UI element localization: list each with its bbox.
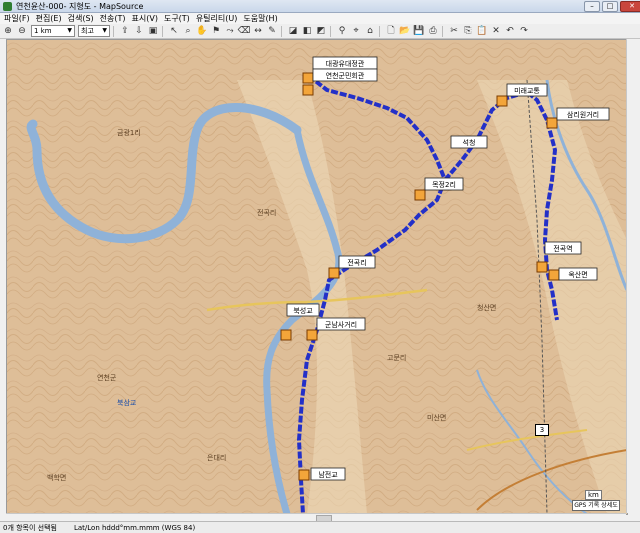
device-icon[interactable]: ▣	[147, 25, 159, 37]
toolbar-separator	[113, 25, 114, 37]
toolbar-separator	[162, 25, 163, 37]
toolbar-separator	[442, 25, 443, 37]
toolbar: ⊕ ⊖ 1 km ▼ 최고 ▼ ⇪ ⇩ ▣ ↖ ⌕ ✋ ⚑ ⤳ ⌫ ↔ ✎ ◪ ◧ …	[0, 24, 640, 39]
waypoint-tool-icon[interactable]: ⚑	[210, 25, 222, 37]
menu-tools[interactable]: 도구(T)	[164, 13, 190, 24]
menu-view[interactable]: 표시(V)	[132, 13, 158, 24]
waypoint-label: 옥산면	[568, 270, 587, 279]
distance-tool-icon[interactable]: ↔	[252, 25, 264, 37]
window-title: 연천윤산-000- 지형도 - MapSource	[16, 1, 144, 11]
menu-utilities[interactable]: 유틸리티(U)	[196, 13, 238, 24]
status-coordinates: Lat/Lon hddd°mm.mmm (WGS 84)	[73, 523, 196, 532]
find-address-icon[interactable]: ⌂	[364, 25, 376, 37]
redo-icon[interactable]: ↷	[518, 25, 530, 37]
toolbar-separator	[330, 25, 331, 37]
close-button[interactable]: ✕	[620, 1, 640, 12]
eraser-tool-icon[interactable]: ⌫	[238, 25, 251, 37]
zoom-out-icon[interactable]: ⊖	[16, 25, 28, 37]
title-bar: 연천윤산-000- 지형도 - MapSource – □ ✕	[0, 0, 640, 13]
hand-tool-icon[interactable]: ✋	[196, 25, 208, 37]
zoom-in-icon[interactable]: ⊕	[2, 25, 14, 37]
waypoint-label: 목정2리	[432, 180, 456, 189]
track-tool-icon[interactable]: ✎	[266, 25, 278, 37]
map-label: 미산면	[427, 413, 446, 422]
maximize-button[interactable]: □	[602, 1, 618, 12]
toolbar-separator	[281, 25, 282, 37]
transfer-receive-icon[interactable]: ⇩	[133, 25, 145, 37]
menu-find[interactable]: 검색(S)	[68, 13, 94, 24]
minimize-button[interactable]: –	[584, 1, 600, 12]
gps-detail-label: GPS 기록 상세도	[572, 500, 620, 511]
scale-select-value: 1 km	[34, 27, 52, 35]
waypoint-label: 군남사거리	[325, 320, 357, 329]
chevron-down-icon: ▼	[67, 27, 72, 34]
new-file-icon[interactable]: 🗋	[385, 25, 397, 37]
toolbar-separator	[379, 25, 380, 37]
map-layer-icon[interactable]: ◧	[301, 25, 313, 37]
find-icon[interactable]: ⚲	[336, 25, 348, 37]
waypoint-label: 대광유대정관	[326, 59, 365, 68]
cut-icon[interactable]: ✂	[448, 25, 460, 37]
waypoint-label: 석청	[463, 138, 476, 147]
map-set-icon[interactable]: ◩	[315, 25, 327, 37]
status-selection: 0개 항목이 선택됨	[3, 523, 57, 532]
save-file-icon[interactable]: 💾	[413, 25, 425, 37]
window-controls: – □ ✕	[584, 1, 640, 12]
map-label: 은대리	[207, 453, 226, 462]
map-label: 연천군	[97, 373, 117, 382]
waypoint[interactable]: 옥산면	[548, 267, 598, 281]
print-icon[interactable]: ⎙	[427, 25, 439, 37]
paste-icon[interactable]: 📋	[476, 25, 488, 37]
map-label: 고문리	[387, 353, 406, 362]
map-label: 금광1리	[117, 128, 141, 137]
chevron-down-icon: ▼	[102, 27, 107, 34]
zoom-tool-icon[interactable]: ⌕	[182, 25, 194, 37]
route-tool-icon[interactable]: ⤳	[224, 25, 236, 37]
app-icon	[3, 1, 12, 11]
menu-help[interactable]: 도움말(H)	[243, 13, 277, 24]
map-canvas: 대광유대정관 연천군민회관 석청 목정2리 전곡리 북성교 군남사거리 미래교통…	[7, 40, 627, 514]
waypoint-label: 북성교	[293, 306, 313, 315]
map-label: 북삼교	[117, 398, 137, 407]
find-nearest-icon[interactable]: ⌖	[350, 25, 362, 37]
map-icon[interactable]: ◪	[287, 25, 299, 37]
copy-icon[interactable]: ⎘	[462, 25, 474, 37]
undo-icon[interactable]: ↶	[504, 25, 516, 37]
waypoint-label: 삼리원거리	[567, 110, 599, 119]
waypoint-label: 전곡역	[553, 244, 572, 253]
detail-select-value: 최고	[81, 27, 94, 35]
map-view[interactable]: 대광유대정관 연천군민회관 석청 목정2리 전곡리 북성교 군남사거리 미래교통…	[6, 39, 628, 515]
waypoint[interactable]: 남전교	[298, 467, 346, 481]
menu-bar: 파일(F) 편집(E) 검색(S) 전송(T) 표시(V) 도구(T) 유틸리티…	[0, 13, 640, 24]
detail-select[interactable]: 최고 ▼	[78, 25, 110, 37]
menu-file[interactable]: 파일(F)	[4, 13, 30, 24]
menu-edit[interactable]: 편집(E)	[36, 13, 62, 24]
map-label: 전곡리	[257, 208, 276, 217]
status-bar: 0개 항목이 선택됨 Lat/Lon hddd°mm.mmm (WGS 84)	[0, 521, 640, 533]
road-shield: 3	[535, 424, 549, 436]
select-tool-icon[interactable]: ↖	[168, 25, 180, 37]
scale-select[interactable]: 1 km ▼	[31, 25, 75, 37]
waypoint-label: 남전교	[318, 470, 338, 479]
transfer-send-icon[interactable]: ⇪	[119, 25, 131, 37]
map-label: 백학면	[47, 473, 66, 482]
open-file-icon[interactable]: 📂	[399, 25, 411, 37]
waypoint-label: 연천군민회관	[326, 71, 365, 80]
scale-label: km	[585, 490, 602, 500]
delete-icon[interactable]: ✕	[490, 25, 502, 37]
vertical-scrollbar[interactable]	[626, 39, 640, 513]
waypoint-label: 미래교통	[514, 86, 540, 95]
map-label: 청산면	[477, 303, 496, 312]
waypoint-label: 전곡리	[347, 258, 366, 267]
menu-transfer[interactable]: 전송(T)	[100, 13, 126, 24]
horizontal-scrollbar[interactable]	[6, 513, 626, 522]
